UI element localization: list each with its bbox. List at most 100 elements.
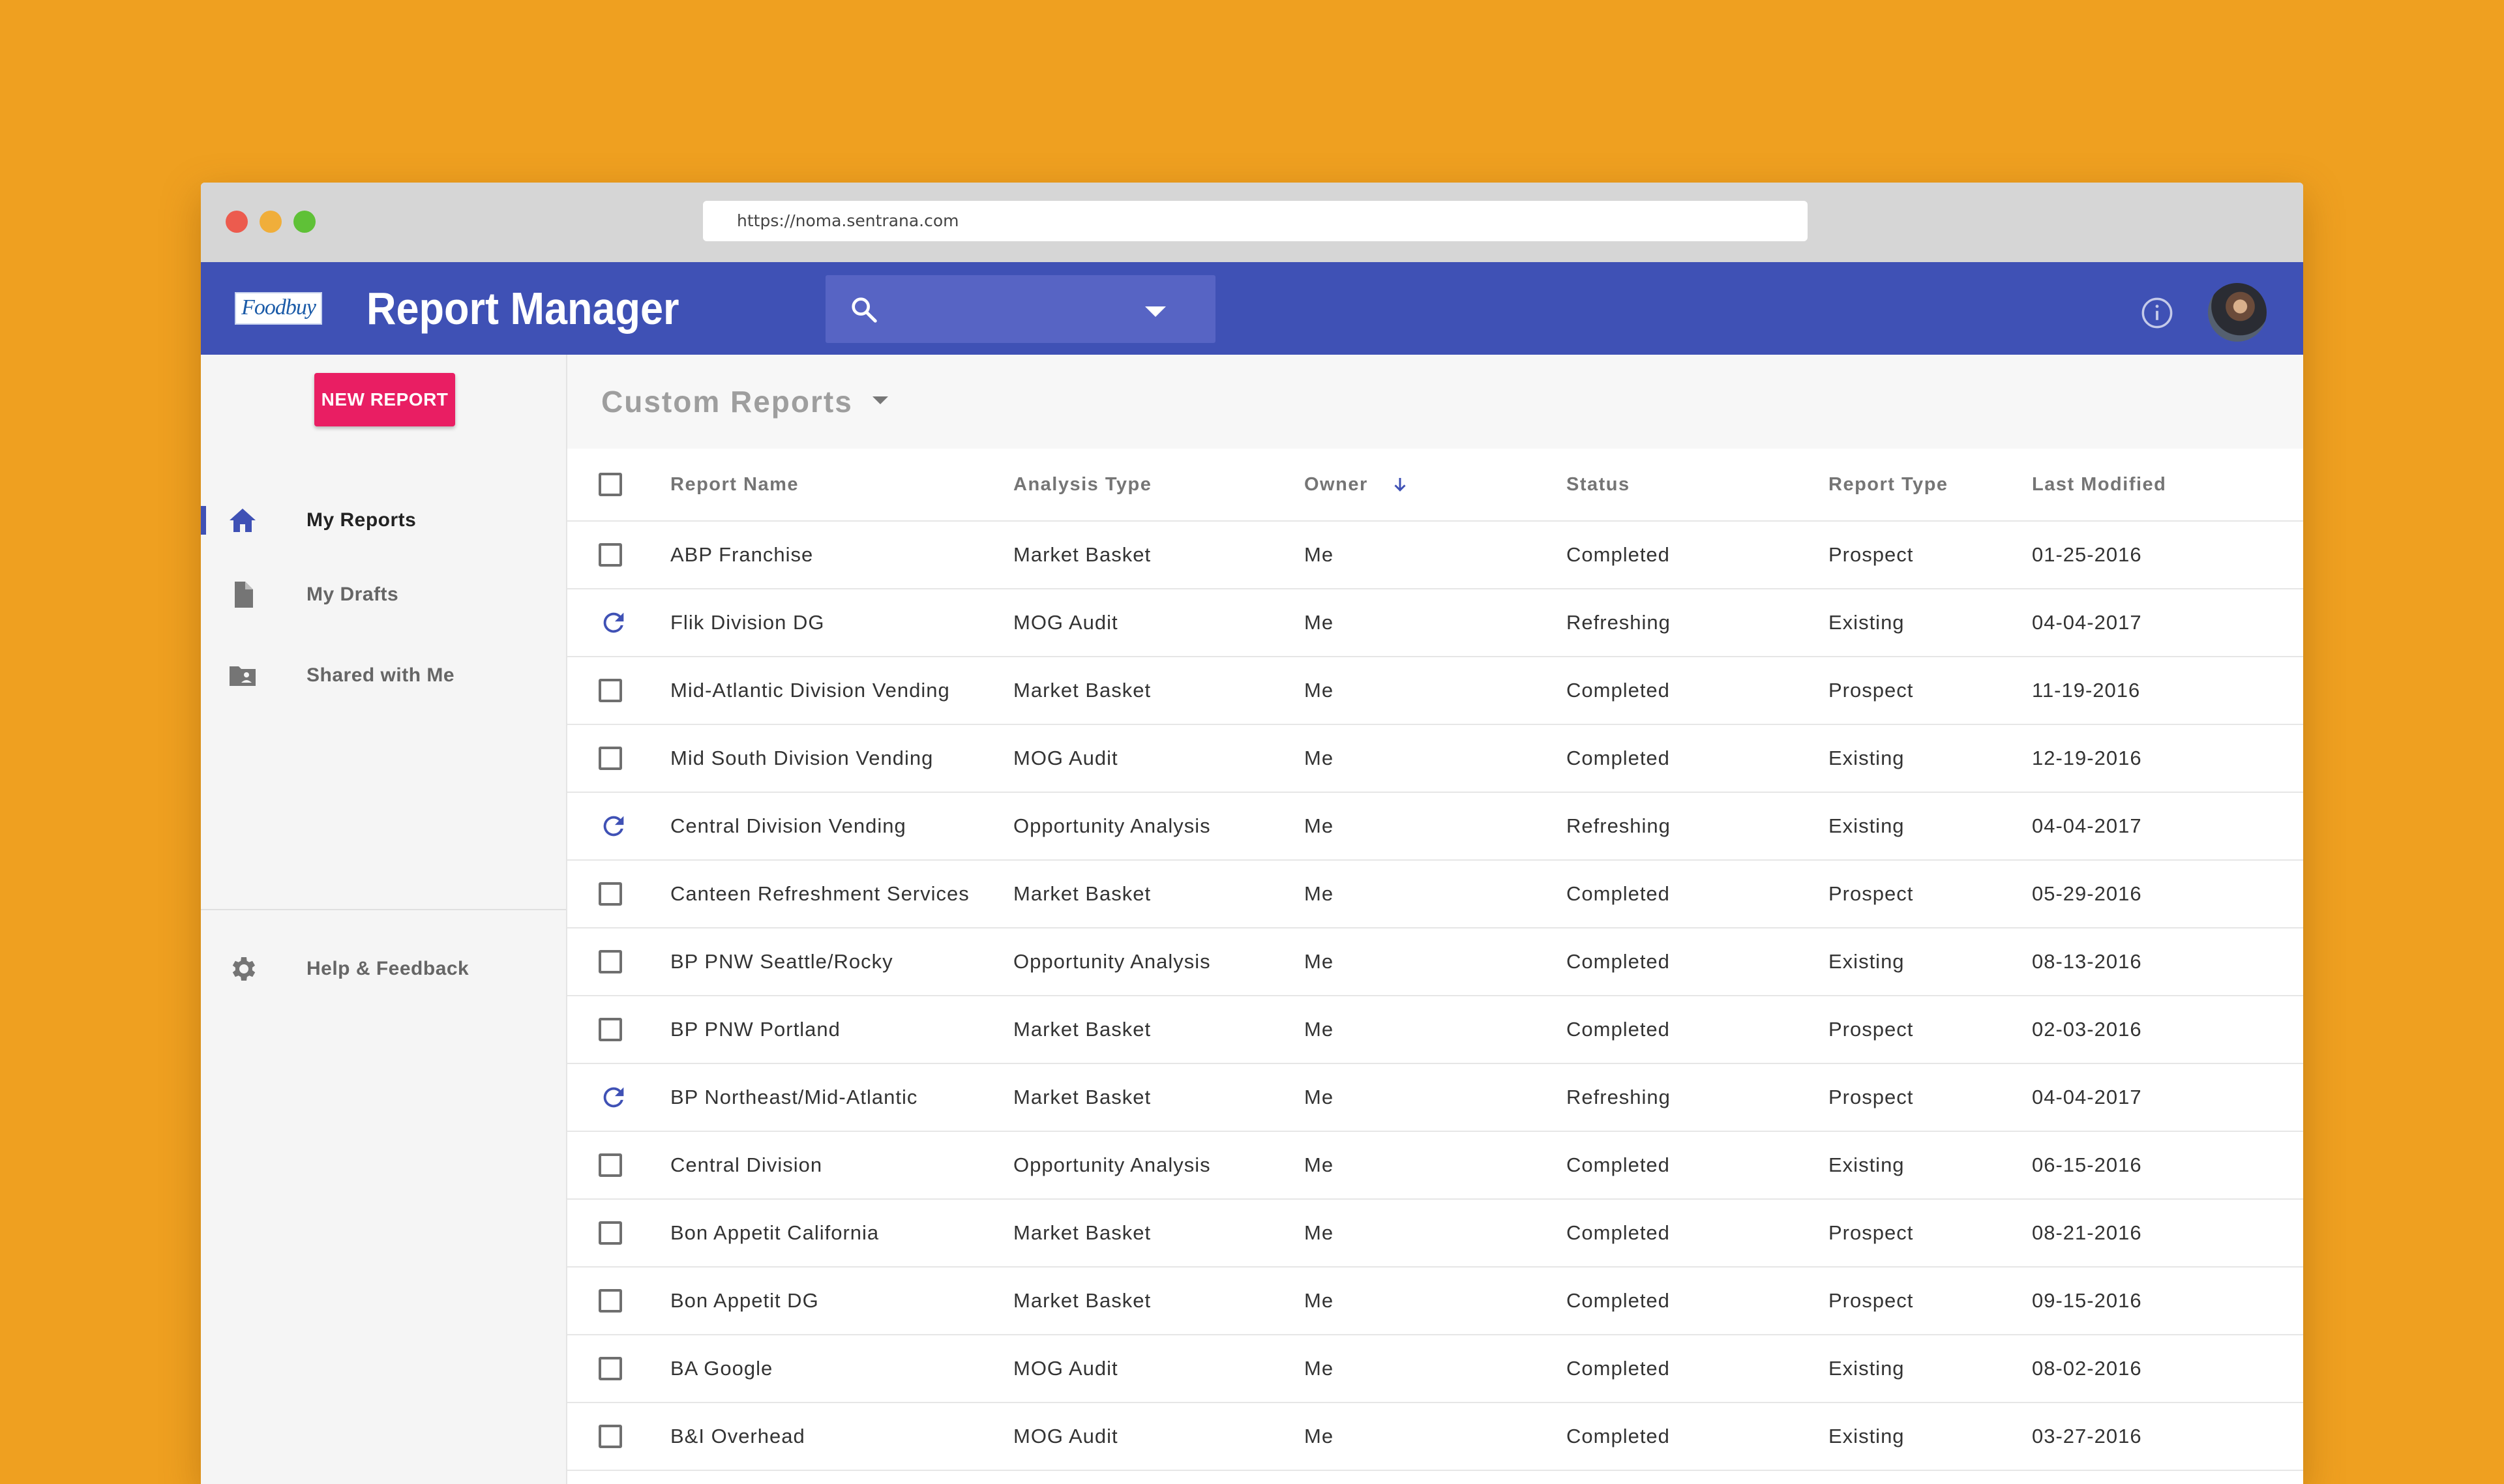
analysis-type-cell: Market Basket <box>1013 543 1152 566</box>
avatar[interactable] <box>2208 283 2267 342</box>
sidebar-item-my-reports[interactable]: My Reports <box>201 494 566 546</box>
row-checkbox[interactable] <box>599 1153 622 1177</box>
sidebar-item-label: My Drafts <box>306 584 399 605</box>
status-cell: Refreshing <box>1566 611 1671 634</box>
search-icon[interactable] <box>849 295 879 325</box>
owner-cell: Me <box>1304 950 1334 973</box>
last-modified-cell: 08-21-2016 <box>2032 1221 2142 1244</box>
row-select-cell <box>599 1268 631 1334</box>
section-header: Custom Reports <box>567 355 2303 449</box>
select-all-cell <box>599 449 631 520</box>
row-select-cell <box>599 1064 631 1131</box>
document-icon <box>235 582 253 608</box>
report-name-cell[interactable]: Flik Division DG <box>670 589 824 656</box>
analysis-type-cell: MOG Audit <box>1013 1357 1118 1380</box>
table-row[interactable]: BP PNW Seattle/Rocky Opportunity Analysis… <box>567 928 2303 996</box>
column-header-last-modified[interactable]: Last Modified <box>2032 449 2166 520</box>
owner-cell: Me <box>1304 1153 1334 1176</box>
row-checkbox[interactable] <box>599 1357 622 1380</box>
sidebar-item-label: Shared with Me <box>306 664 455 686</box>
report-name-cell[interactable]: BA Google <box>670 1335 773 1402</box>
row-checkbox[interactable] <box>599 543 622 567</box>
section-title[interactable]: Custom Reports <box>601 378 853 425</box>
table-row[interactable]: BP PNW Portland Market Basket Me Completed P… <box>567 996 2303 1064</box>
table-row[interactable]: B&I Overhead MOG Audit Me Completed Existing… <box>567 1403 2303 1471</box>
arrow-down-icon[interactable] <box>1390 475 1410 494</box>
refresh-icon <box>603 612 624 633</box>
report-name-cell[interactable]: Central Division <box>670 1132 822 1198</box>
maximize-window-button[interactable] <box>293 211 316 233</box>
status-cell: Completed <box>1566 543 1670 566</box>
column-header-report-type[interactable]: Report Type <box>1828 449 1948 520</box>
table-row[interactable]: BP Northeast/Mid-Atlantic Market Basket Me… <box>567 1064 2303 1132</box>
report-name-cell[interactable]: Mid South Division Vending <box>670 725 933 792</box>
row-checkbox[interactable] <box>599 747 622 770</box>
owner-cell: Me <box>1304 1357 1334 1380</box>
analysis-type-cell: Market Basket <box>1013 679 1152 702</box>
owner-cell: Me <box>1304 747 1334 769</box>
sidebar-item-my-drafts[interactable]: My Drafts <box>201 569 566 621</box>
table-row[interactable]: BA Google MOG Audit Me Completed Existing 08-… <box>567 1335 2303 1403</box>
new-report-button[interactable]: NEW REPORT <box>314 373 455 426</box>
column-header-owner[interactable]: Owner <box>1304 449 1410 520</box>
table-row[interactable]: Central Division Vending Opportunity Anal… <box>567 793 2303 861</box>
last-modified-cell: 02-03-2016 <box>2032 1018 2142 1041</box>
row-checkbox[interactable] <box>599 1221 622 1245</box>
address-bar[interactable]: https://noma.sentrana.com <box>703 201 1808 241</box>
analysis-type-cell: Market Basket <box>1013 1086 1152 1108</box>
table-row[interactable]: ABP Franchise Market Basket Me Completed Pro… <box>567 522 2303 589</box>
select-all-checkbox[interactable] <box>599 473 622 496</box>
row-checkbox[interactable] <box>599 950 622 973</box>
owner-cell: Me <box>1304 1221 1334 1244</box>
column-header-report-name[interactable]: Report Name <box>670 449 799 520</box>
row-checkbox[interactable] <box>599 1018 622 1041</box>
report-name-cell[interactable]: Central Division Vending <box>670 793 906 859</box>
shared-folder-icon <box>230 666 256 686</box>
table-row[interactable]: Central Division Opportunity Analysis Me Co… <box>567 1132 2303 1200</box>
sidebar-item-help-feedback[interactable]: Help & Feedback <box>201 943 566 995</box>
last-modified-cell: 03-27-2016 <box>2032 1425 2142 1447</box>
last-modified-cell: 01-25-2016 <box>2032 543 2142 566</box>
row-select-cell <box>599 1335 631 1402</box>
analysis-type-cell: MOG Audit <box>1013 747 1118 769</box>
report-name-cell[interactable]: B&I Overhead <box>670 1403 805 1470</box>
row-checkbox[interactable] <box>599 1425 622 1448</box>
sidebar-divider <box>201 909 566 910</box>
row-select-cell <box>599 1132 631 1198</box>
close-window-button[interactable] <box>226 211 248 233</box>
row-checkbox[interactable] <box>599 679 622 702</box>
report-name-cell[interactable]: Canteen Refreshment Services <box>670 861 970 927</box>
report-name-cell[interactable]: ABP Franchise <box>670 522 813 588</box>
status-cell: Completed <box>1566 679 1670 702</box>
last-modified-cell: 11-19-2016 <box>2032 679 2141 702</box>
search-box[interactable] <box>826 275 1215 343</box>
minimize-window-button[interactable] <box>260 211 282 233</box>
table-row[interactable]: Bon Appetit DG Market Basket Me Completed Pr… <box>567 1268 2303 1335</box>
last-modified-cell: 08-02-2016 <box>2032 1357 2142 1380</box>
table-row[interactable]: Bon Appetit California Market Basket Me Com… <box>567 1200 2303 1268</box>
chevron-down-icon[interactable] <box>1145 306 1166 317</box>
owner-cell: Me <box>1304 814 1334 837</box>
report-type-cell: Prospect <box>1828 679 1914 702</box>
sidebar-item-shared-with-me[interactable]: Shared with Me <box>201 649 566 702</box>
report-name-cell[interactable]: BP PNW Seattle/Rocky <box>670 928 893 995</box>
row-checkbox[interactable] <box>599 1289 622 1313</box>
report-name-cell[interactable]: Bon Appetit DG <box>670 1268 819 1334</box>
table-row[interactable]: Flik Division DG MOG Audit Me Refreshing Exi… <box>567 589 2303 657</box>
table-row[interactable]: Mid South Division Vending MOG Audit Me Com… <box>567 725 2303 793</box>
row-select-cell <box>599 861 631 927</box>
search-input[interactable] <box>891 291 1128 329</box>
report-name-cell[interactable]: BP Northeast/Mid-Atlantic <box>670 1064 917 1131</box>
report-name-cell[interactable]: Mid-Atlantic Division Vending <box>670 657 950 724</box>
row-checkbox[interactable] <box>599 882 622 906</box>
column-header-analysis-type[interactable]: Analysis Type <box>1013 449 1152 520</box>
chevron-down-icon[interactable] <box>872 396 888 404</box>
info-icon[interactable] <box>2140 296 2174 330</box>
owner-cell: Me <box>1304 1289 1334 1312</box>
table-row[interactable]: Canteen Refreshment Services Market Baske… <box>567 861 2303 928</box>
column-header-status[interactable]: Status <box>1566 449 1630 520</box>
analysis-type-cell: MOG Audit <box>1013 1425 1118 1447</box>
report-name-cell[interactable]: BP PNW Portland <box>670 996 841 1063</box>
report-name-cell[interactable]: Bon Appetit California <box>670 1200 879 1266</box>
table-row[interactable]: Mid-Atlantic Division Vending Market Bask… <box>567 657 2303 725</box>
